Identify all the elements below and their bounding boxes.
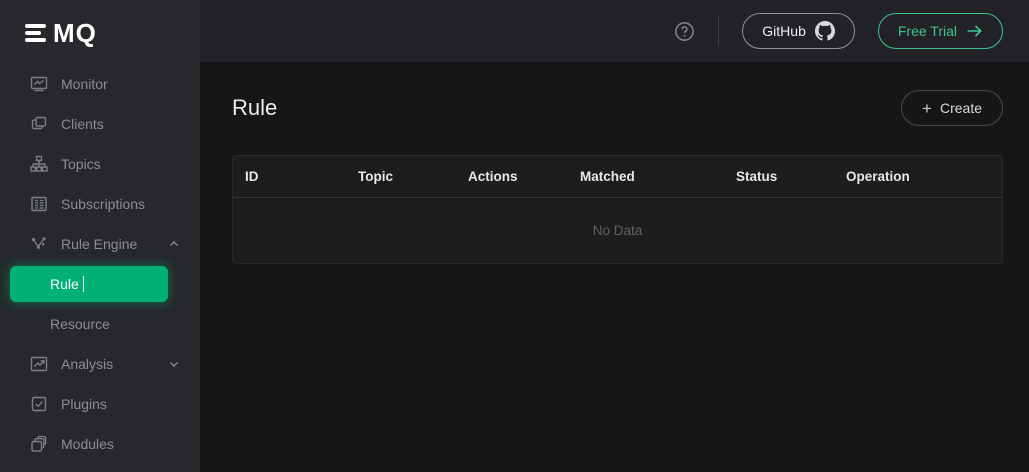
plugins-icon bbox=[30, 395, 48, 413]
create-button[interactable]: + Create bbox=[901, 90, 1003, 126]
sidebar-item-label: Monitor bbox=[61, 76, 186, 92]
column-header-matched: Matched bbox=[568, 169, 724, 184]
free-trial-button[interactable]: Free Trial bbox=[878, 13, 1003, 49]
emq-logo-text: MQ bbox=[53, 20, 97, 46]
plus-icon: + bbox=[922, 100, 932, 117]
sidebar-item-label: Modules bbox=[61, 436, 186, 452]
free-trial-button-label: Free Trial bbox=[898, 23, 957, 39]
sidebar-subitem-label: Rule bbox=[50, 276, 79, 292]
emqx-dashboard: MQ Monitor Clients bbox=[0, 0, 1029, 472]
chevron-down-icon bbox=[168, 358, 180, 370]
clients-icon bbox=[30, 115, 48, 133]
rules-table: ID Topic Actions Matched Status Operatio… bbox=[232, 155, 1003, 264]
rule-engine-icon bbox=[30, 235, 48, 253]
emq-logo: MQ bbox=[0, 0, 200, 62]
github-button[interactable]: GitHub bbox=[742, 13, 855, 49]
sidebar: MQ Monitor Clients bbox=[0, 0, 200, 472]
sidebar-item-label: Topics bbox=[61, 156, 186, 172]
arrow-right-icon bbox=[966, 24, 983, 38]
sidebar-item-clients[interactable]: Clients bbox=[0, 104, 200, 144]
sidebar-item-label: Analysis bbox=[61, 356, 168, 372]
page-header: Rule + Create bbox=[232, 90, 1003, 126]
column-header-actions: Actions bbox=[456, 169, 568, 184]
monitor-icon bbox=[30, 75, 48, 93]
sidebar-item-topics[interactable]: Topics bbox=[0, 144, 200, 184]
sidebar-subitem-resource[interactable]: Resource bbox=[0, 304, 200, 344]
modules-icon bbox=[30, 435, 48, 453]
table-empty-state: No Data bbox=[233, 198, 1002, 263]
sidebar-item-plugins[interactable]: Plugins bbox=[0, 384, 200, 424]
column-header-id: ID bbox=[233, 169, 346, 184]
subscriptions-icon bbox=[30, 195, 48, 213]
emq-logo-bars-icon bbox=[25, 24, 46, 42]
sidebar-nav: Monitor Clients Topics bbox=[0, 62, 200, 464]
content-column: GitHub Free Trial Rule + Create bbox=[200, 0, 1029, 472]
topics-icon bbox=[30, 155, 48, 173]
sidebar-item-monitor[interactable]: Monitor bbox=[0, 64, 200, 104]
topbar: GitHub Free Trial bbox=[200, 0, 1029, 62]
sidebar-item-label: Rule Engine bbox=[61, 236, 168, 252]
column-header-topic: Topic bbox=[346, 169, 456, 184]
sidebar-item-label: Subscriptions bbox=[61, 196, 186, 212]
sidebar-item-label: Plugins bbox=[61, 396, 186, 412]
column-header-status: Status bbox=[724, 169, 834, 184]
create-button-label: Create bbox=[940, 100, 982, 116]
sidebar-item-rule-engine[interactable]: Rule Engine bbox=[0, 224, 200, 264]
main-content: Rule + Create ID Topic Actions Matched S… bbox=[200, 62, 1029, 472]
chevron-up-icon bbox=[168, 238, 180, 250]
sidebar-subitem-label: Resource bbox=[50, 316, 110, 332]
sidebar-subitem-rule[interactable]: Rule bbox=[10, 266, 168, 302]
text-cursor-caret bbox=[83, 276, 85, 292]
sidebar-item-label: Clients bbox=[61, 116, 186, 132]
table-header-row: ID Topic Actions Matched Status Operatio… bbox=[233, 156, 1002, 198]
github-icon bbox=[815, 21, 835, 41]
github-button-label: GitHub bbox=[762, 23, 806, 39]
rule-engine-submenu: Rule Resource bbox=[0, 266, 200, 344]
analysis-icon bbox=[30, 355, 48, 373]
question-circle-icon[interactable] bbox=[674, 21, 695, 42]
column-header-operation: Operation bbox=[834, 169, 1002, 184]
sidebar-item-subscriptions[interactable]: Subscriptions bbox=[0, 184, 200, 224]
sidebar-item-analysis[interactable]: Analysis bbox=[0, 344, 200, 384]
topbar-divider bbox=[718, 16, 719, 46]
sidebar-item-modules[interactable]: Modules bbox=[0, 424, 200, 464]
page-title: Rule bbox=[232, 95, 277, 121]
